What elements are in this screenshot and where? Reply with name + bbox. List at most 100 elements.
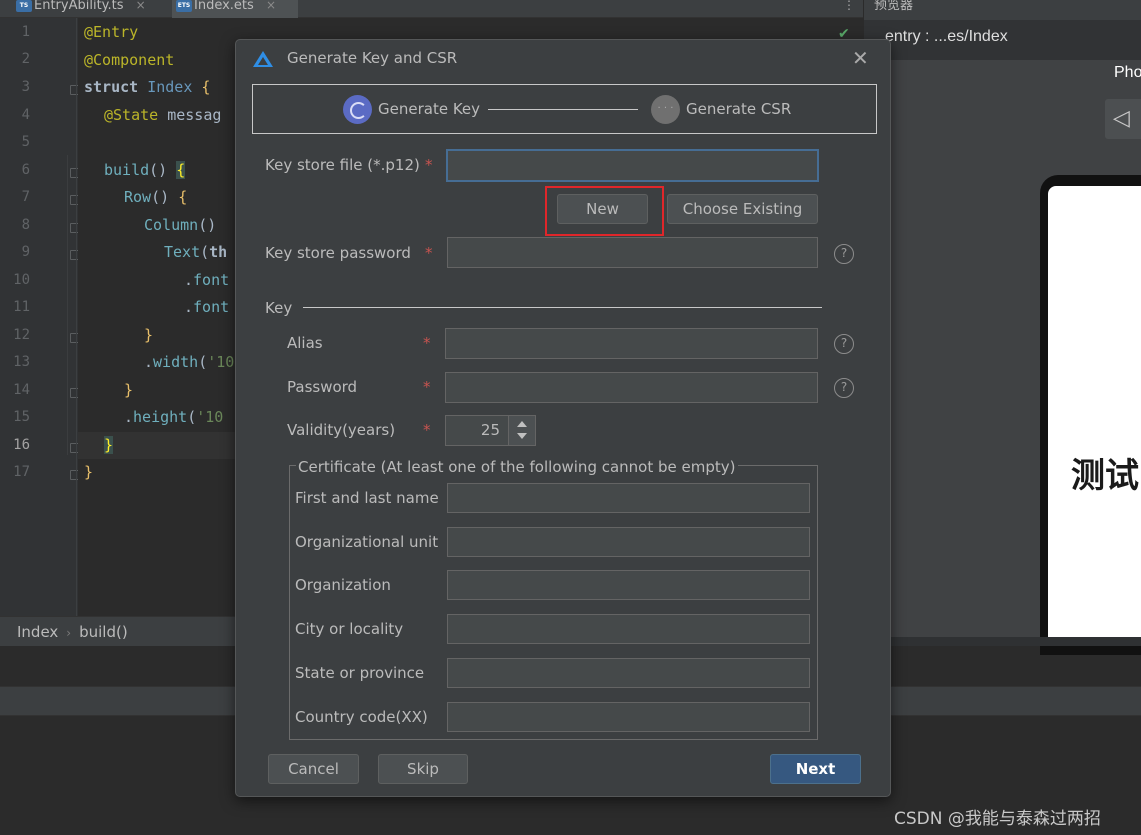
keystore-password-label: Key store password xyxy=(265,244,411,262)
editor-tab-bar: TS EntryAbility.ts × ETS Index.ets × ⋮ xyxy=(0,0,863,18)
close-icon[interactable]: ✕ xyxy=(852,46,869,70)
line-number: 8 xyxy=(21,217,30,233)
keystore-file-label: Key store file (*.p12) xyxy=(265,156,420,174)
line-number: 10 xyxy=(13,272,30,288)
next-button[interactable]: Next xyxy=(770,754,861,784)
required-mark: * xyxy=(423,421,431,439)
code-line: .font xyxy=(184,298,230,316)
spinner-arrows[interactable] xyxy=(508,416,535,445)
generate-key-step-icon xyxy=(343,95,372,124)
wizard-steps: Generate Key · · · Generate CSR xyxy=(252,84,877,134)
code-line: @Entry xyxy=(84,23,139,41)
line-number: 9 xyxy=(21,244,30,260)
line-number: 6 xyxy=(21,162,30,178)
new-button[interactable]: New xyxy=(557,194,648,224)
back-icon: ◁ xyxy=(1113,106,1130,131)
deveco-logo-icon xyxy=(253,51,273,67)
indent-guide xyxy=(67,155,68,455)
skip-button[interactable]: Skip xyxy=(378,754,468,784)
alias-input[interactable] xyxy=(445,328,818,359)
keystore-password-input[interactable] xyxy=(447,237,818,268)
code-line: Row() { xyxy=(124,188,188,206)
code-line: } xyxy=(144,326,154,344)
organizational-unit-label: Organizational unit xyxy=(295,533,439,551)
line-number: 4 xyxy=(21,107,30,123)
help-icon[interactable]: ? xyxy=(834,334,854,354)
tab-label: Index.ets xyxy=(194,0,254,13)
code-line: @State messag xyxy=(104,106,222,124)
generate-key-dialog: Generate Key and CSR ✕ Generate Key · · … xyxy=(235,39,891,797)
code-line: .font xyxy=(184,271,230,289)
line-number: 12 xyxy=(13,327,30,343)
previewer-title: 预览器 xyxy=(874,0,914,13)
cancel-button[interactable]: Cancel xyxy=(268,754,359,784)
phone-screen xyxy=(1048,186,1141,646)
dialog-title: Generate Key and CSR xyxy=(287,49,458,67)
gutter-divider xyxy=(76,18,77,616)
organization-input[interactable] xyxy=(447,570,810,600)
state-input[interactable] xyxy=(447,658,810,688)
line-number: 11 xyxy=(13,299,30,315)
key-section-label: Key xyxy=(265,299,293,317)
first-last-name-input[interactable] xyxy=(447,483,810,513)
breadcrumb-item-build[interactable]: build() xyxy=(79,623,128,641)
password-input[interactable] xyxy=(445,372,818,403)
code-line: @Component xyxy=(84,51,175,69)
line-number: 1 xyxy=(21,24,30,40)
required-mark: * xyxy=(423,334,431,352)
help-icon[interactable]: ? xyxy=(834,244,854,264)
code-line: Column() xyxy=(144,216,217,234)
city-label: City or locality xyxy=(295,620,404,638)
choose-existing-button[interactable]: Choose Existing xyxy=(667,194,818,224)
breadcrumb-item-index[interactable]: Index xyxy=(17,623,58,641)
line-number: 15 xyxy=(13,409,30,425)
tab-index-ets[interactable]: ETS Index.ets × xyxy=(172,0,298,18)
previewer-footer xyxy=(864,637,1141,646)
back-button[interactable]: ◁ xyxy=(1105,99,1141,139)
validity-label: Validity(years) xyxy=(287,421,396,439)
line-number: 17 xyxy=(13,464,30,480)
step-generate-key: Generate Key xyxy=(378,100,481,118)
previewer-path: entry : ...es/Index xyxy=(885,28,1008,45)
line-number: 16 xyxy=(13,437,30,453)
step-connector xyxy=(488,109,638,110)
required-mark: * xyxy=(425,156,433,174)
code-line: .height('10 xyxy=(124,408,224,426)
more-menu-icon[interactable]: ⋮ xyxy=(843,0,855,11)
line-number: 5 xyxy=(21,134,30,150)
line-number: 2 xyxy=(21,51,30,67)
required-mark: * xyxy=(425,244,433,262)
ets-file-icon: ETS xyxy=(176,0,192,12)
code-line: Text(th xyxy=(164,243,228,261)
previewer-panel: 预览器 entry : ...es/Index Pho ◁ 测试 xyxy=(863,0,1141,655)
state-label: State or province xyxy=(295,664,425,682)
device-label: Pho xyxy=(1114,64,1141,81)
code-line: } xyxy=(124,381,134,399)
step-generate-csr: Generate CSR xyxy=(686,100,792,118)
phone-screen-text: 测试 xyxy=(1071,456,1139,496)
line-number: 7 xyxy=(21,189,30,205)
arrow-up-icon[interactable] xyxy=(517,421,527,427)
city-input[interactable] xyxy=(447,614,810,644)
generate-csr-step-icon: · · · xyxy=(651,95,680,124)
keystore-file-input[interactable] xyxy=(446,149,819,182)
organizational-unit-input[interactable] xyxy=(447,527,810,557)
section-divider xyxy=(303,307,822,308)
alias-label: Alias xyxy=(287,334,323,352)
validity-spinner[interactable]: 25 xyxy=(445,415,536,446)
required-mark: * xyxy=(423,378,431,396)
password-label: Password xyxy=(287,378,358,396)
line-number: 14 xyxy=(13,382,30,398)
line-number: 3 xyxy=(21,79,30,95)
country-code-input[interactable] xyxy=(447,702,810,732)
first-last-name-label: First and last name xyxy=(295,489,439,507)
close-icon[interactable]: × xyxy=(136,0,146,12)
tab-entryability[interactable]: TS EntryAbility.ts × xyxy=(12,0,172,18)
help-icon[interactable]: ? xyxy=(834,378,854,398)
validity-value[interactable]: 25 xyxy=(446,416,508,445)
code-line: } xyxy=(104,436,114,454)
arrow-down-icon[interactable] xyxy=(517,433,527,439)
close-icon[interactable]: × xyxy=(266,0,276,12)
typescript-file-icon: TS xyxy=(16,0,32,12)
line-number: 13 xyxy=(13,354,30,370)
